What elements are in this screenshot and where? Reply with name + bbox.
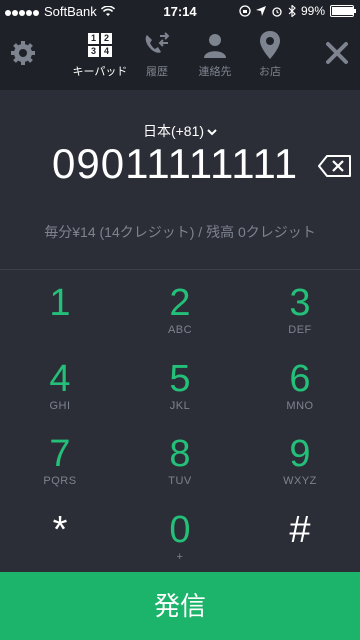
key-digit: 4 — [49, 358, 71, 400]
key-digit: 8 — [169, 433, 191, 475]
key-digit: 3 — [289, 282, 311, 324]
call-button[interactable]: 発信 — [0, 572, 360, 640]
country-code: 日本(+81) — [142, 123, 205, 139]
close-icon[interactable] — [322, 38, 352, 68]
nav-bar: 1 2 3 4 キーパッド 履歴 連絡先 お店 — [0, 24, 360, 90]
keypad-icon-digit: 4 — [101, 46, 112, 57]
contacts-icon — [204, 34, 226, 58]
keypad-icon-digit: 3 — [88, 46, 99, 57]
key-letters: MNO — [286, 400, 314, 412]
key-letters: ABC — [167, 324, 193, 336]
key-digit: * — [52, 509, 68, 551]
key-3[interactable]: 3 DEF — [240, 283, 360, 359]
key-letters: DEF — [288, 324, 312, 336]
backspace-icon[interactable] — [318, 155, 352, 182]
tab-history-label: 履歴 — [146, 66, 168, 78]
settings-gear-icon[interactable] — [8, 38, 38, 68]
battery-fill — [332, 7, 354, 15]
key-digit: # — [289, 509, 311, 551]
key-9[interactable]: 9 WXYZ — [240, 434, 360, 510]
key-8[interactable]: 8 TUV — [120, 434, 240, 510]
key-digit: 9 — [289, 433, 311, 475]
key-2[interactable]: 2 ABC — [120, 283, 240, 359]
call-rate-info: 毎分¥14 (14クレジット) / 残高 0クレジット — [44, 224, 316, 240]
key-digit: 7 — [49, 433, 71, 475]
keypad-icon-digit: 2 — [101, 33, 112, 44]
keypad-icon: 1 2 3 4 — [88, 33, 112, 57]
key-digit: 2 — [169, 282, 191, 324]
key-4[interactable]: 4 GHI — [0, 359, 120, 435]
key-digit: 1 — [49, 282, 71, 324]
key-letters: PQRS — [43, 475, 77, 487]
tab-shops-label: お店 — [259, 66, 281, 78]
chevron-down-icon — [207, 123, 217, 139]
key-digit: 0 — [169, 509, 191, 551]
status-right: 99% — [239, 4, 356, 18]
key-letters: + — [176, 551, 184, 563]
keypad-icon-digit: 1 — [88, 33, 99, 44]
battery-icon — [330, 5, 356, 17]
location-pin-icon — [260, 31, 280, 59]
key-digit: 5 — [169, 358, 191, 400]
alarm-icon — [272, 7, 282, 17]
bluetooth-icon — [288, 5, 296, 17]
battery-percent: 99% — [300, 4, 325, 18]
divider — [0, 269, 360, 270]
status-bar: SoftBank 17:14 99% — [0, 0, 360, 24]
key-7[interactable]: 7 PQRS — [0, 434, 120, 510]
key-6[interactable]: 6 MNO — [240, 359, 360, 435]
country-selector[interactable]: 日本(+81) — [0, 121, 360, 141]
location-arrow-icon — [255, 6, 266, 16]
key-letters: JKL — [169, 400, 191, 412]
tab-keypad-label: キーパッド — [72, 66, 128, 78]
call-history-icon — [145, 32, 170, 53]
key-letters: TUV — [168, 475, 192, 487]
tab-history[interactable]: 履歴 — [125, 32, 189, 79]
tab-keypad[interactable]: 1 2 3 4 キーパッド — [68, 32, 132, 79]
key-1[interactable]: 1 — [0, 283, 120, 359]
dialed-number: 09011111111 — [52, 140, 299, 187]
key-letters: WXYZ — [283, 475, 317, 487]
key-digit: 6 — [289, 358, 311, 400]
tab-shops[interactable]: お店 — [238, 31, 302, 79]
key-5[interactable]: 5 JKL — [120, 359, 240, 435]
key-letters: GHI — [49, 400, 71, 412]
rotation-lock-icon — [239, 5, 251, 17]
